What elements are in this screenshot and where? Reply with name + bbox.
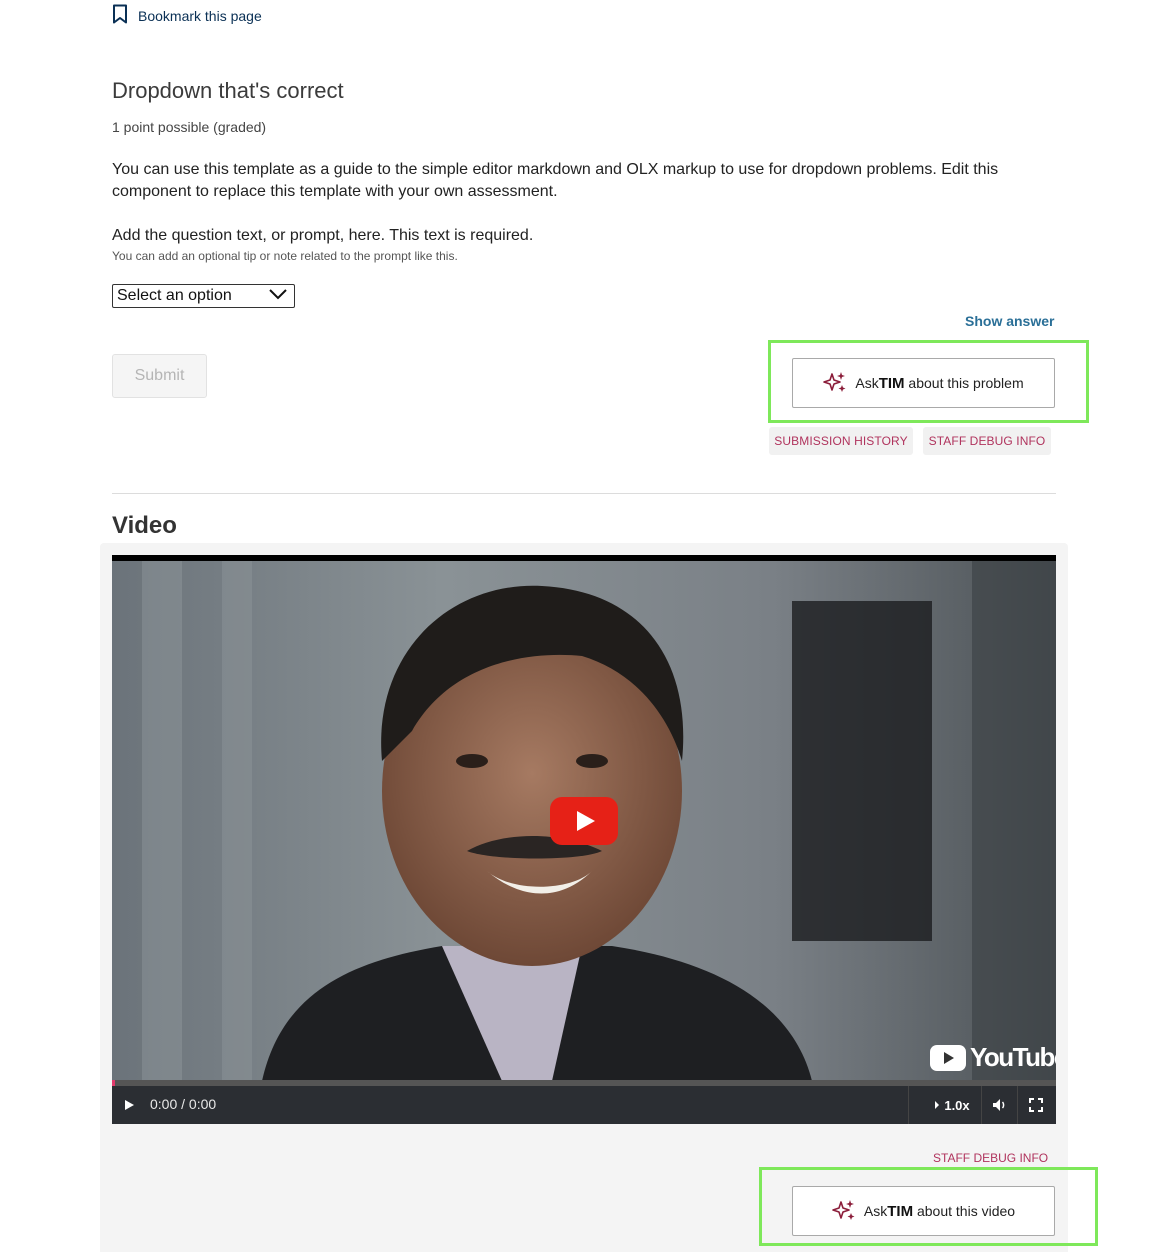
- asktim-video-button[interactable]: AskTIM about this video: [792, 1186, 1055, 1236]
- bookmark-link[interactable]: Bookmark this page: [112, 4, 262, 29]
- video-heading: Video: [112, 512, 177, 539]
- controls-divider: [908, 1086, 909, 1124]
- answer-dropdown[interactable]: Select an option: [112, 284, 295, 308]
- volume-icon[interactable]: [982, 1086, 1018, 1124]
- speed-label: 1.0x: [944, 1097, 970, 1113]
- video-time: 0:00 / 0:00: [150, 1096, 217, 1112]
- video-controls: 0:00 / 0:00 1.0x: [112, 1086, 1056, 1124]
- play-video-button[interactable]: [550, 797, 618, 850]
- youtube-logo[interactable]: YouTube: [930, 1042, 1056, 1073]
- youtube-icon: [930, 1044, 966, 1071]
- section-divider: [112, 493, 1056, 494]
- fullscreen-icon[interactable]: [1018, 1086, 1054, 1124]
- youtube-label: YouTube: [970, 1042, 1056, 1072]
- caret-right-icon: [935, 1101, 940, 1109]
- asktim-problem-label: AskTIM about this problem: [855, 374, 1024, 392]
- points-possible: 1 point possible (graded): [112, 119, 267, 135]
- problem-description: You can use this template as a guide to …: [112, 161, 999, 200]
- chevron-down-icon: [268, 287, 288, 305]
- bookmark-label: Bookmark this page: [138, 8, 262, 24]
- video-player[interactable]: YouTube 0:00 / 0:00 1.0x: [112, 555, 1056, 1124]
- submit-button[interactable]: Submit: [112, 354, 207, 398]
- dropdown-selected: Select an option: [117, 287, 232, 304]
- play-icon[interactable]: [122, 1098, 136, 1117]
- video-staff-debug-info-button[interactable]: STAFF DEBUG INFO: [933, 1151, 1048, 1165]
- submission-history-button[interactable]: SUBMISSION HISTORY: [769, 427, 913, 455]
- show-answer-button[interactable]: Show answer: [965, 313, 1054, 329]
- problem-title: Dropdown that's correct: [112, 78, 344, 103]
- asktim-problem-button[interactable]: AskTIM about this problem: [792, 358, 1055, 408]
- bookmark-icon: [112, 4, 128, 29]
- problem-prompt: Add the question text, or prompt, here. …: [112, 227, 534, 244]
- sparkle-icon: [823, 371, 847, 396]
- staff-debug-info-button[interactable]: STAFF DEBUG INFO: [923, 427, 1051, 455]
- prompt-tip: You can add an optional tip or note rela…: [112, 249, 458, 263]
- asktim-video-label: AskTIM about this video: [863, 1202, 1016, 1220]
- sparkle-icon: [832, 1199, 856, 1224]
- playback-speed-button[interactable]: 1.0x: [924, 1086, 980, 1124]
